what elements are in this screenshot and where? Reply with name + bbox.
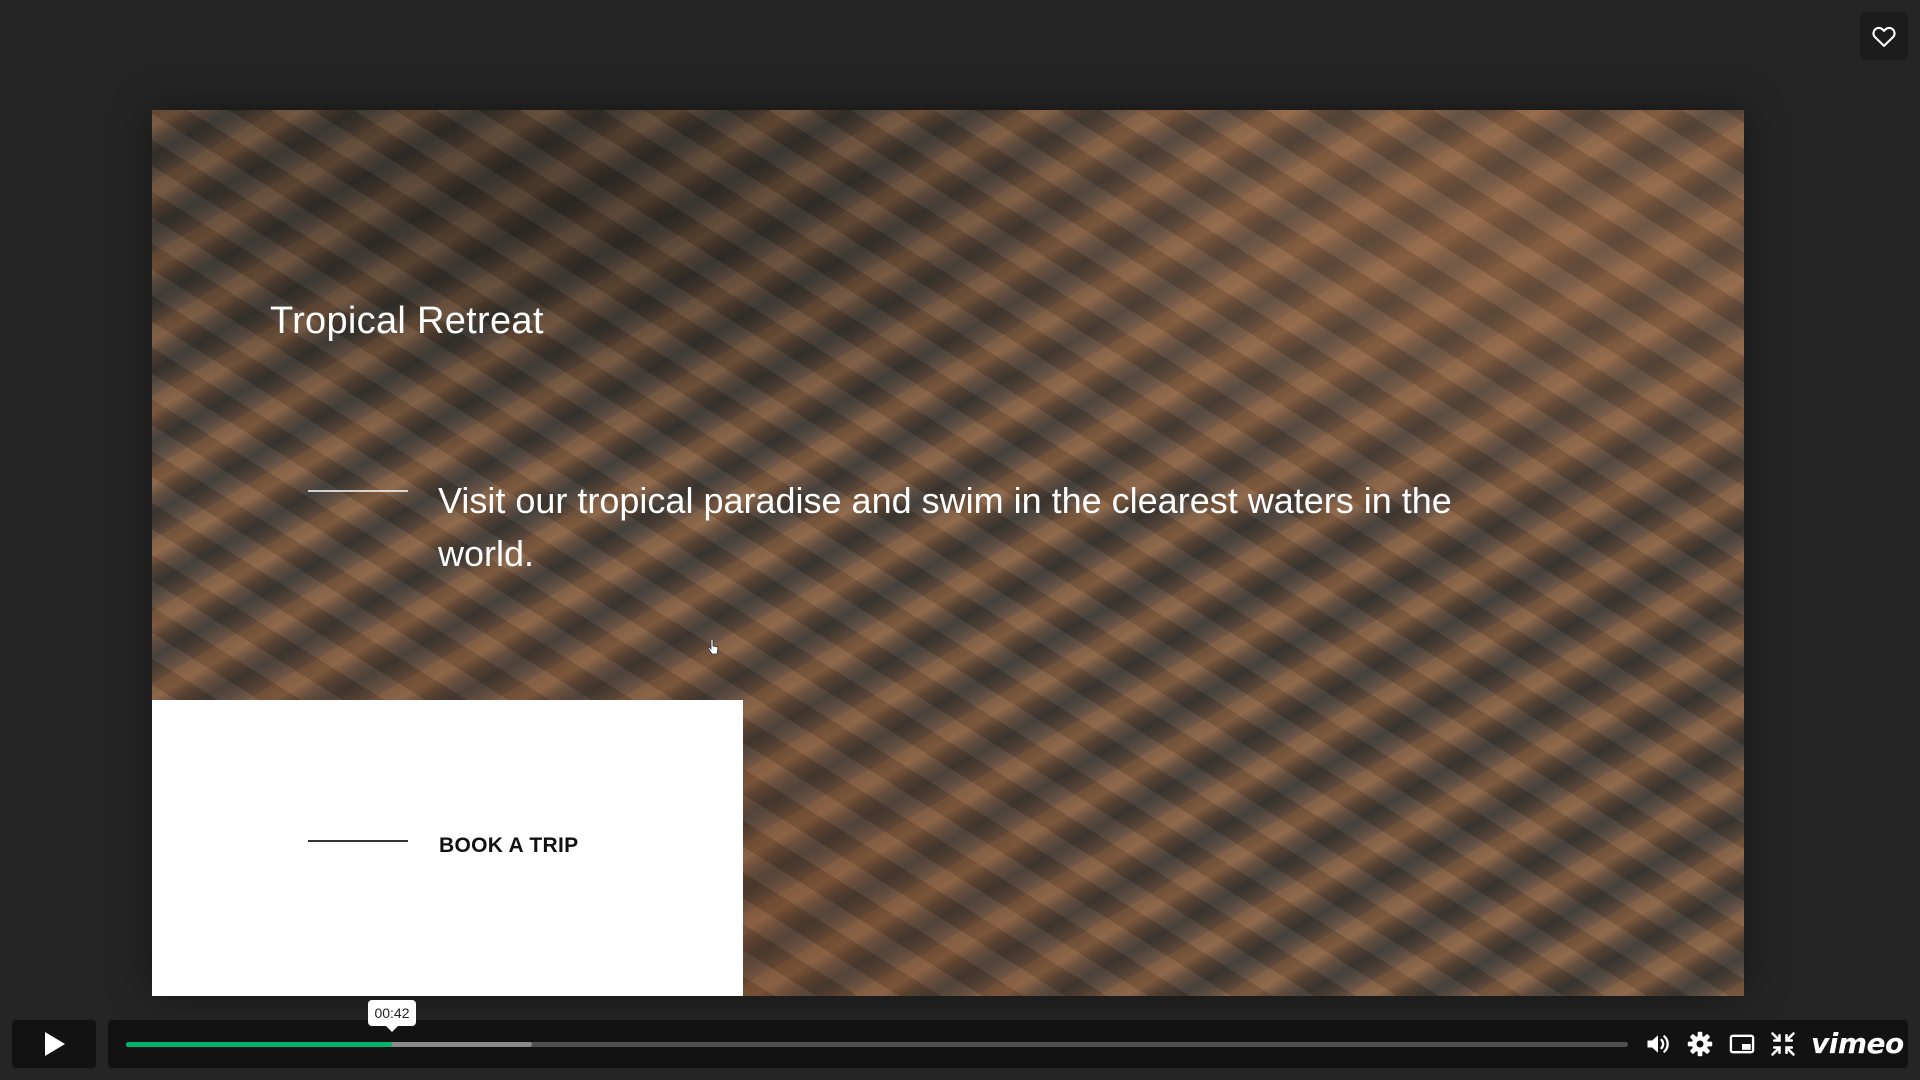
video-frame[interactable]: Tropical Retreat Visit our tropical para… xyxy=(152,110,1744,996)
picture-in-picture-icon xyxy=(1729,1034,1755,1054)
book-trip-button[interactable]: BOOK A TRIP xyxy=(439,834,578,858)
description-divider xyxy=(308,490,408,492)
settings-button[interactable] xyxy=(1686,1030,1714,1058)
like-button[interactable] xyxy=(1860,12,1908,60)
heart-icon xyxy=(1872,26,1896,47)
control-bar: vimeo xyxy=(108,1020,1908,1068)
progress-played xyxy=(126,1042,392,1047)
fullscreen-button[interactable] xyxy=(1769,1030,1797,1058)
mouse-cursor-icon xyxy=(707,638,719,655)
cta-panel: BOOK A TRIP xyxy=(152,700,743,996)
current-time-tooltip: 00:42 xyxy=(368,1000,416,1032)
cta-divider xyxy=(308,840,408,842)
slide-description: Visit our tropical paradise and swim in … xyxy=(438,480,1452,574)
play-icon xyxy=(45,1032,65,1056)
vimeo-logo[interactable]: vimeo xyxy=(1811,1027,1904,1060)
progress-bar[interactable] xyxy=(126,1042,1628,1047)
pip-button[interactable] xyxy=(1728,1030,1756,1058)
volume-icon xyxy=(1647,1035,1669,1053)
gear-icon xyxy=(1687,1031,1713,1057)
play-button[interactable] xyxy=(12,1020,96,1068)
exit-fullscreen-icon xyxy=(1771,1032,1795,1056)
volume-button[interactable] xyxy=(1644,1030,1672,1058)
slide-title: Tropical Retreat xyxy=(270,300,544,342)
